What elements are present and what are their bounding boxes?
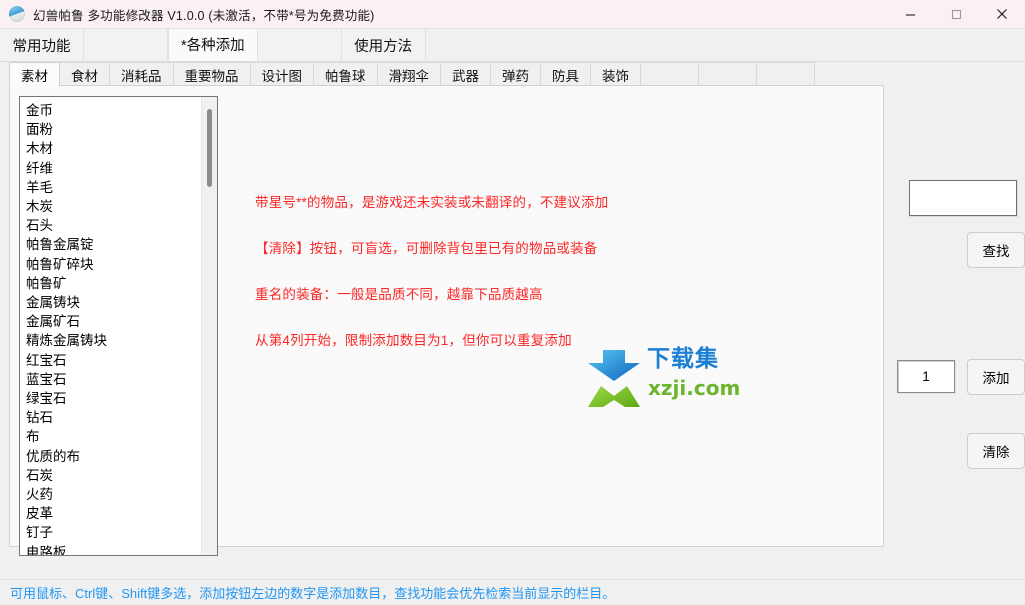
subtab-label: 消耗品	[121, 68, 162, 84]
subtab-blank-3[interactable]	[756, 62, 815, 86]
list-item[interactable]: 木炭	[24, 197, 201, 216]
app-window: 幻兽帕鲁 多功能修改器 V1.0.0 (未激活，不带*号为免费功能) 常用功能 …	[0, 0, 1025, 605]
subtab-ammo[interactable]: 弹药	[490, 62, 541, 86]
subtab-label: 帕鲁球	[325, 68, 366, 84]
content-area: 素材 食材 消耗品 重要物品 设计图 帕鲁球 滑翔伞 武器 弹药 防具 装饰 金…	[0, 62, 1025, 579]
window-title: 幻兽帕鲁 多功能修改器 V1.0.0 (未激活，不带*号为免费功能)	[33, 8, 375, 23]
subtab-glider[interactable]: 滑翔伞	[376, 62, 441, 86]
list-item[interactable]: 皮革	[24, 504, 201, 523]
list-item[interactable]: 金属矿石	[24, 312, 201, 331]
list-item[interactable]: 绿宝石	[24, 389, 201, 408]
main-tab-bar: 常用功能 *各种添加 使用方法	[0, 29, 1025, 62]
list-item[interactable]: 帕鲁矿	[24, 274, 201, 293]
list-scrollbar-thumb[interactable]	[207, 109, 212, 187]
subtab-weapons[interactable]: 武器	[440, 62, 491, 86]
list-item[interactable]: 钉子	[24, 523, 201, 542]
list-item[interactable]: 帕鲁矿碎块	[24, 255, 201, 274]
find-button-label: 查找	[982, 244, 1010, 259]
tab-label: 使用方法	[354, 38, 413, 55]
subtab-blank-2[interactable]	[698, 62, 757, 86]
subtab-pal-spheres[interactable]: 帕鲁球	[313, 62, 378, 86]
list-item[interactable]: 红宝石	[24, 351, 201, 370]
title-bar: 幻兽帕鲁 多功能修改器 V1.0.0 (未激活，不带*号为免费功能)	[0, 0, 1025, 29]
subtab-label: 滑翔伞	[388, 68, 430, 84]
search-input[interactable]	[909, 180, 1017, 216]
right-controls-panel: 查找 添加 清除	[897, 71, 1025, 556]
clear-button-label: 清除	[982, 445, 1010, 460]
subtab-blueprints[interactable]: 设计图	[249, 62, 314, 86]
list-item[interactable]: 优质的布	[24, 447, 201, 466]
item-list-box[interactable]: 金币 面粉 木材 纤维 羊毛 木炭 石头 帕鲁金属锭 帕鲁矿碎块 帕鲁矿 金属铸…	[19, 96, 218, 556]
tab-blank-2[interactable]	[257, 29, 342, 61]
subtab-ingredients[interactable]: 食材	[59, 62, 110, 86]
list-item[interactable]: 精炼金属铸块	[24, 331, 201, 350]
tab-usage-instructions[interactable]: 使用方法	[341, 29, 426, 61]
main-tab-filler	[425, 29, 1025, 61]
subtab-label: 装饰	[602, 68, 629, 84]
close-button[interactable]	[979, 0, 1025, 29]
subtab-label: 防具	[552, 68, 579, 84]
watermark-arrow-x-icon	[588, 350, 640, 407]
clear-button[interactable]: 清除	[967, 433, 1025, 469]
list-item[interactable]: 电路板	[24, 543, 201, 555]
app-logo-icon	[9, 6, 25, 22]
list-item[interactable]: 石炭	[24, 466, 201, 485]
list-item[interactable]: 钻石	[24, 408, 201, 427]
tab-blank-1[interactable]	[84, 29, 168, 61]
subtab-materials[interactable]: 素材	[9, 62, 60, 86]
subtab-label: 重要物品	[184, 68, 239, 84]
status-bar-text: 可用鼠标、Ctrl键、Shift键多选，添加按钮左边的数字是添加数目，查找功能会…	[10, 586, 616, 601]
tab-various-add[interactable]: *各种添加	[168, 29, 258, 61]
watermark-title: 下载集	[647, 346, 719, 372]
note-line: 从第4列开始，限制添加数目为1，但你可以重复添加	[255, 333, 572, 348]
watermark-logo: 下载集 xzji.com	[585, 346, 740, 410]
list-item[interactable]: 金属铸块	[24, 293, 201, 312]
find-button[interactable]: 查找	[967, 232, 1025, 268]
add-button-label: 添加	[982, 371, 1010, 386]
subtab-armor[interactable]: 防具	[540, 62, 591, 86]
tab-label: *各种添加	[181, 38, 245, 54]
sub-tab-bar: 素材 食材 消耗品 重要物品 设计图 帕鲁球 滑翔伞 武器 弹药 防具 装饰	[9, 62, 815, 86]
list-item[interactable]: 火药	[24, 485, 201, 504]
subtab-important-items[interactable]: 重要物品	[172, 62, 251, 86]
list-item[interactable]: 面粉	[24, 120, 201, 139]
subtab-label: 设计图	[261, 68, 303, 84]
items-panel: 金币 面粉 木材 纤维 羊毛 木炭 石头 帕鲁金属锭 帕鲁矿碎块 帕鲁矿 金属铸…	[9, 85, 884, 556]
list-item[interactable]: 蓝宝石	[24, 370, 201, 389]
list-item[interactable]: 木材	[24, 139, 201, 158]
list-item[interactable]: 纤维	[24, 159, 201, 178]
add-button[interactable]: 添加	[967, 359, 1025, 395]
subtab-blank-1[interactable]	[640, 62, 699, 86]
list-scrollbar[interactable]	[201, 97, 217, 555]
maximize-button[interactable]	[933, 0, 979, 29]
status-bar: 可用鼠标、Ctrl键、Shift键多选，添加按钮左边的数字是添加数目，查找功能会…	[0, 579, 1025, 605]
list-item[interactable]: 石头	[24, 216, 201, 235]
watermark-url: xzji.com	[648, 376, 741, 400]
note-line: 【清除】按钮，可盲选，可删除背包里已有的物品或装备	[255, 241, 598, 256]
instructions-block: 带星号**的物品，是游戏还未实装或未翻译的，不建议添加 【清除】按钮，可盲选，可…	[255, 191, 608, 349]
subtab-label: 食材	[71, 68, 98, 84]
note-line: 带星号**的物品，是游戏还未实装或未翻译的，不建议添加	[255, 195, 609, 210]
list-item[interactable]: 羊毛	[24, 178, 201, 197]
subtab-consumables[interactable]: 消耗品	[109, 62, 174, 86]
item-list: 金币 面粉 木材 纤维 羊毛 木炭 石头 帕鲁金属锭 帕鲁矿碎块 帕鲁矿 金属铸…	[20, 97, 201, 555]
tab-common-functions[interactable]: 常用功能	[0, 29, 84, 61]
subtab-label: 弹药	[502, 68, 529, 84]
subtab-label: 素材	[21, 68, 48, 84]
list-item[interactable]: 帕鲁金属锭	[24, 235, 201, 254]
list-item[interactable]: 金币	[24, 101, 201, 120]
tab-label: 常用功能	[12, 38, 71, 55]
subtab-decorations[interactable]: 装饰	[590, 62, 641, 86]
list-item[interactable]: 布	[24, 427, 201, 446]
minimize-button[interactable]	[887, 0, 933, 29]
note-line: 重名的装备：一般是品质不同，越靠下品质越高	[255, 287, 543, 302]
quantity-input[interactable]	[897, 360, 955, 393]
subtab-label: 武器	[452, 68, 479, 84]
